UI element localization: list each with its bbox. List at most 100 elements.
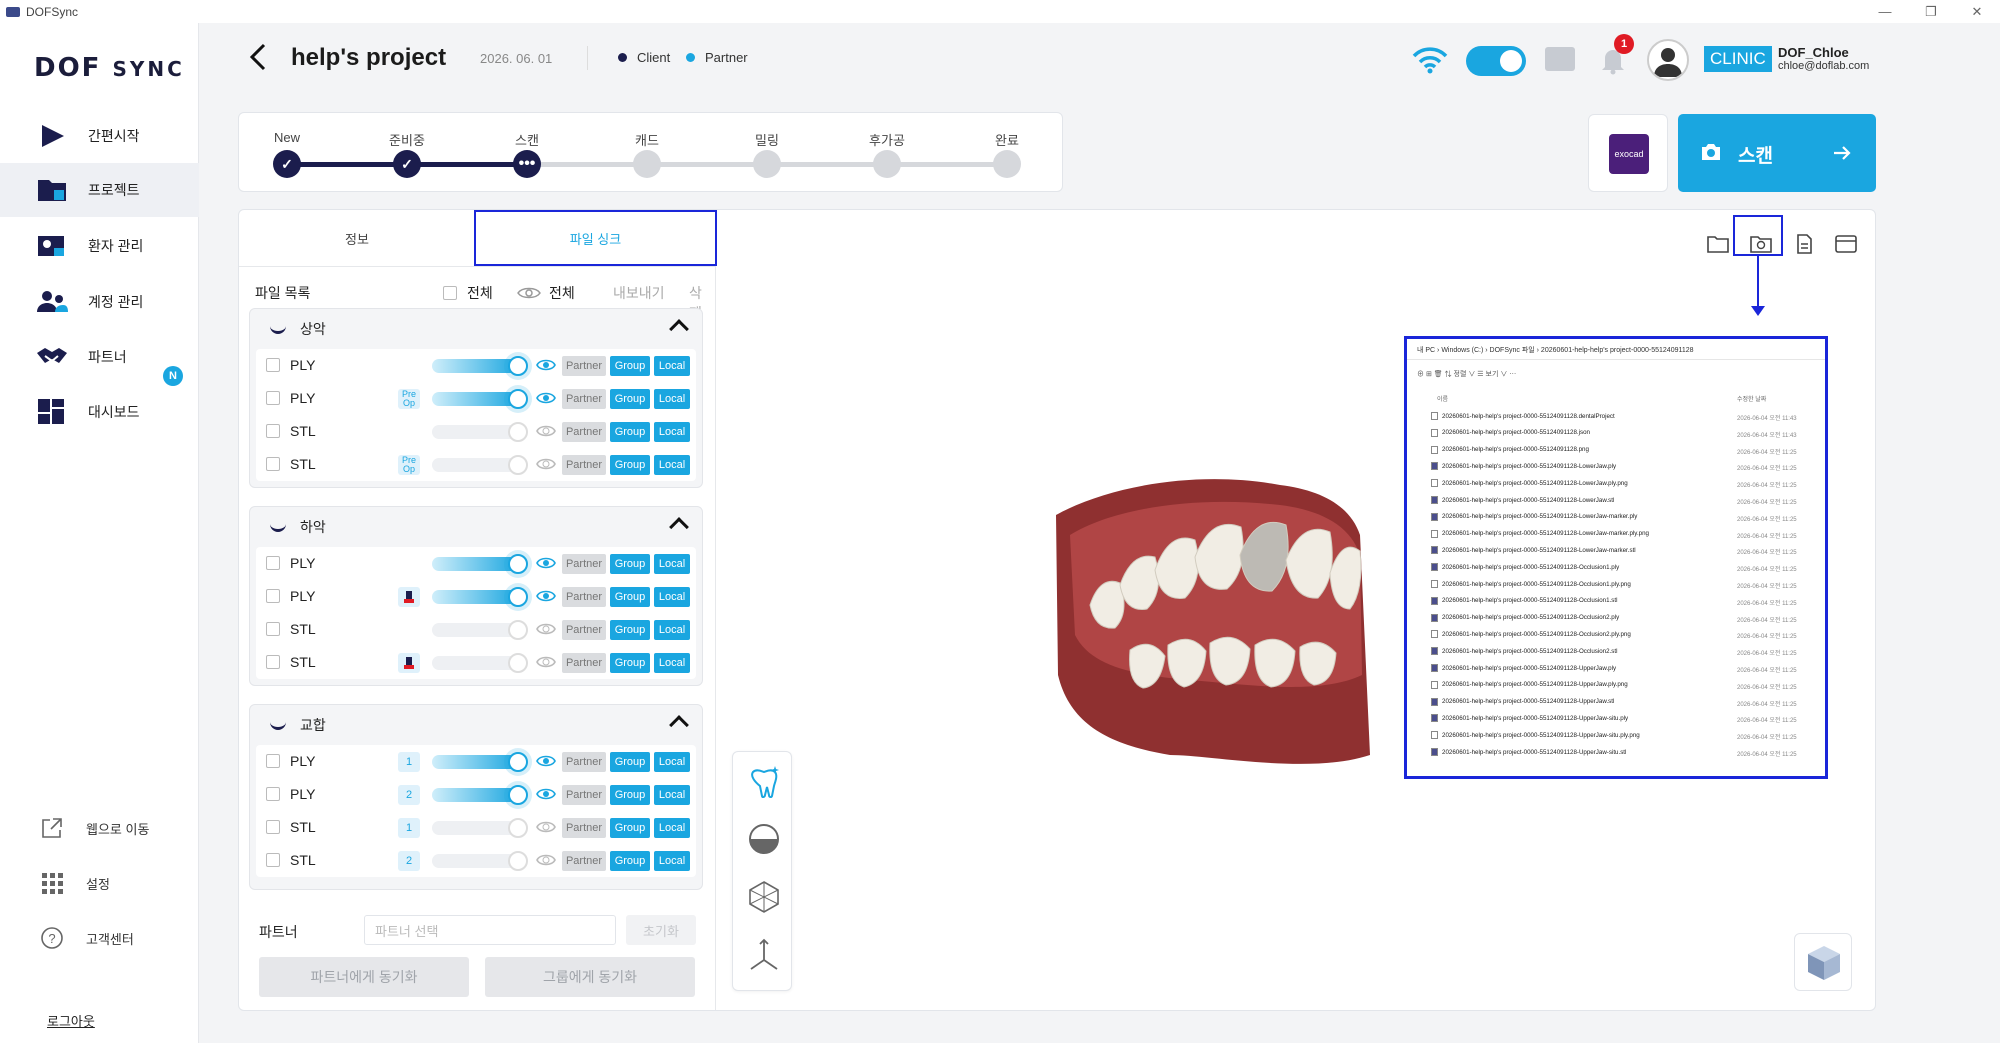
slider-knob[interactable] [508,554,528,574]
sidebar-item-support[interactable]: ? 고객센터 [40,926,134,950]
group-header[interactable]: 교합 [250,705,702,745]
opacity-slider[interactable] [432,788,520,802]
eye-icon[interactable] [536,424,556,438]
group-button[interactable]: Group [610,455,650,475]
tab-info[interactable]: 정보 [239,210,475,266]
sync-to-partner-button[interactable]: 파트너에게 동기화 [259,957,469,997]
eye-icon[interactable] [536,457,556,471]
tooth-sparkle-icon[interactable] [747,764,781,798]
minimize-button[interactable]: — [1862,0,1908,23]
group-button[interactable]: Group [610,356,650,376]
group-button[interactable]: Group [610,818,650,838]
reset-button[interactable]: 초기화 [626,915,696,945]
eye-icon[interactable] [536,655,556,669]
logout-link[interactable]: 로그아웃 [47,1011,95,1030]
scan-button[interactable]: 스캔 [1678,114,1876,192]
document-icon[interactable] [1792,234,1816,254]
eye-icon[interactable] [536,556,556,570]
local-button[interactable]: Local [654,851,690,871]
eye-icon[interactable] [536,358,556,372]
partner-button[interactable]: Partner [562,389,606,409]
local-button[interactable]: Local [654,455,690,475]
partner-button[interactable]: Partner [562,653,606,673]
mesh-icon[interactable] [747,880,781,914]
partner-button[interactable]: Partner [562,818,606,838]
opacity-slider[interactable] [432,821,520,835]
opacity-slider[interactable] [432,557,520,571]
local-button[interactable]: Local [654,653,690,673]
local-button[interactable]: Local [654,785,690,805]
sync-toggle[interactable] [1466,46,1526,76]
sidebar-item-web[interactable]: 웹으로 이동 [40,816,149,840]
view-cube-button[interactable] [1794,933,1852,991]
opacity-slider[interactable] [432,623,520,637]
slider-knob[interactable] [508,422,528,442]
group-button[interactable]: Group [610,752,650,772]
row-checkbox[interactable] [266,391,280,405]
chevron-up-icon[interactable] [669,715,689,735]
view-all[interactable]: 전체 [517,283,575,303]
row-checkbox[interactable] [266,589,280,603]
group-button[interactable]: Group [610,587,650,607]
row-checkbox[interactable] [266,754,280,768]
slider-knob[interactable] [508,653,528,673]
opacity-slider[interactable] [432,425,520,439]
eye-icon[interactable] [536,754,556,768]
group-button[interactable]: Group [610,389,650,409]
partner-button[interactable]: Partner [562,422,606,442]
row-checkbox[interactable] [266,556,280,570]
group-button[interactable]: Group [610,422,650,442]
local-button[interactable]: Local [654,422,690,442]
app-logo[interactable]: DOF SYNC [34,53,185,83]
row-checkbox[interactable] [266,787,280,801]
group-header[interactable]: 하악 [250,507,702,547]
partner-select-input[interactable]: 파트너 선택 [364,915,616,945]
eye-icon[interactable] [536,820,556,834]
partner-button[interactable]: Partner [562,356,606,376]
local-button[interactable]: Local [654,620,690,640]
slider-knob[interactable] [508,752,528,772]
avatar[interactable] [1647,39,1689,81]
exocad-button[interactable]: exocad [1588,114,1668,192]
opacity-slider[interactable] [432,656,520,670]
opacity-slider[interactable] [432,458,520,472]
opacity-slider[interactable] [432,359,520,373]
opacity-slider[interactable] [432,392,520,406]
maximize-button[interactable]: ❐ [1908,0,1954,23]
sidebar-item-settings[interactable]: 설정 [40,871,110,895]
row-checkbox[interactable] [266,424,280,438]
eye-icon[interactable] [536,589,556,603]
row-checkbox[interactable] [266,655,280,669]
slider-knob[interactable] [508,356,528,376]
axis-icon[interactable] [747,938,781,972]
local-button[interactable]: Local [654,554,690,574]
slider-knob[interactable] [508,818,528,838]
sidebar-item-dashboard[interactable]: 대시보드 [0,385,199,439]
half-circle-icon[interactable] [747,822,781,856]
sidebar-item-patients[interactable]: 환자 관리 [0,219,199,273]
close-button[interactable]: ✕ [1954,0,2000,23]
window-icon[interactable] [1834,234,1858,254]
sidebar-item-accounts[interactable]: 계정 관리 [0,275,199,329]
partner-button[interactable]: Partner [562,455,606,475]
slider-knob[interactable] [508,455,528,475]
select-all[interactable]: 전체 [443,283,493,303]
dental-3d-model[interactable] [1050,475,1410,785]
slider-knob[interactable] [508,587,528,607]
slider-knob[interactable] [508,785,528,805]
opacity-slider[interactable] [432,854,520,868]
wifi-icon[interactable] [1412,46,1448,74]
tab-file-sync[interactable]: 파일 싱크 [474,210,717,266]
opacity-slider[interactable] [432,590,520,604]
group-button[interactable]: Group [610,653,650,673]
select-all-checkbox[interactable] [443,286,457,300]
row-checkbox[interactable] [266,457,280,471]
group-header[interactable]: 상악 [250,309,702,349]
partner-button[interactable]: Partner [562,752,606,772]
chevron-up-icon[interactable] [669,319,689,339]
folder-icon[interactable] [1706,234,1730,254]
group-button[interactable]: Group [610,851,650,871]
chevron-up-icon[interactable] [669,517,689,537]
back-icon[interactable] [248,42,268,72]
chat-icon[interactable] [1545,47,1575,71]
